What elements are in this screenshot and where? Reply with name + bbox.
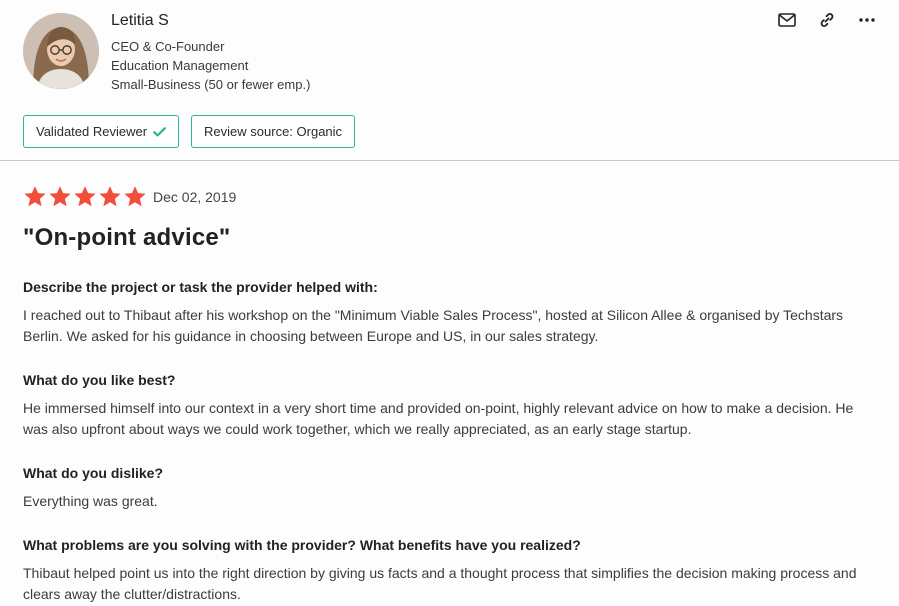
review-card: Letitia S CEO & Co-Founder Education Man… — [0, 0, 899, 606]
star-icon — [74, 186, 96, 207]
validated-reviewer-badge[interactable]: Validated Reviewer — [23, 115, 180, 148]
review-source-label: Review source: Organic — [204, 124, 343, 139]
star-icon — [124, 186, 146, 207]
review-source-badge[interactable]: Review source: Organic — [191, 115, 356, 148]
mail-icon — [778, 13, 796, 27]
reviewer-info: Letitia S CEO & Co-Founder Education Man… — [111, 11, 310, 94]
reviewer-industry: Education Management — [111, 58, 249, 73]
star-icon — [49, 186, 71, 207]
star-icon — [24, 186, 46, 207]
header-divider — [0, 160, 899, 161]
qa-question: What do you like best? — [23, 372, 176, 388]
reviewer-badges: Validated Reviewer Review source: Organi… — [23, 115, 356, 148]
validated-reviewer-label: Validated Reviewer — [36, 124, 148, 139]
qa-block-like-best: What do you like best? He immersed himse… — [23, 371, 878, 440]
qa-answer: Everything was great. — [23, 493, 158, 509]
qa-question: What do you dislike? — [23, 465, 164, 481]
mail-button[interactable] — [777, 10, 797, 30]
link-icon — [820, 13, 834, 27]
qa-question: Describe the project or task the provide… — [23, 279, 378, 295]
qa-block-benefits: What problems are you solving with the p… — [23, 536, 878, 605]
rating-row: Dec 02, 2019 — [23, 185, 236, 209]
qa-block-project: Describe the project or task the provide… — [23, 278, 878, 347]
qa-block-dislike: What do you dislike? Everything was grea… — [23, 464, 878, 512]
check-icon — [153, 126, 166, 137]
star-icon — [99, 186, 121, 207]
review-date: Dec 02, 2019 — [153, 189, 237, 205]
avatar — [23, 13, 99, 89]
star-rating — [23, 185, 147, 209]
qa-answer: I reached out to Thibaut after his works… — [23, 307, 844, 344]
link-button[interactable] — [817, 10, 837, 30]
qa-answer: He immersed himself into our context in … — [23, 400, 854, 437]
reviewer-company-size: Small-Business (50 or fewer emp.) — [111, 77, 311, 92]
more-button[interactable] — [857, 10, 877, 30]
reviewer-title: CEO & Co-Founder — [111, 39, 225, 54]
avatar-image — [23, 13, 99, 89]
review-actions — [777, 10, 877, 30]
review-title: "On-point advice" — [23, 224, 231, 251]
qa-question: What problems are you solving with the p… — [23, 537, 581, 553]
reviewer-name: Letitia S — [111, 12, 169, 29]
more-icon — [859, 18, 875, 22]
qa-answer: Thibaut helped point us into the right d… — [23, 565, 857, 602]
